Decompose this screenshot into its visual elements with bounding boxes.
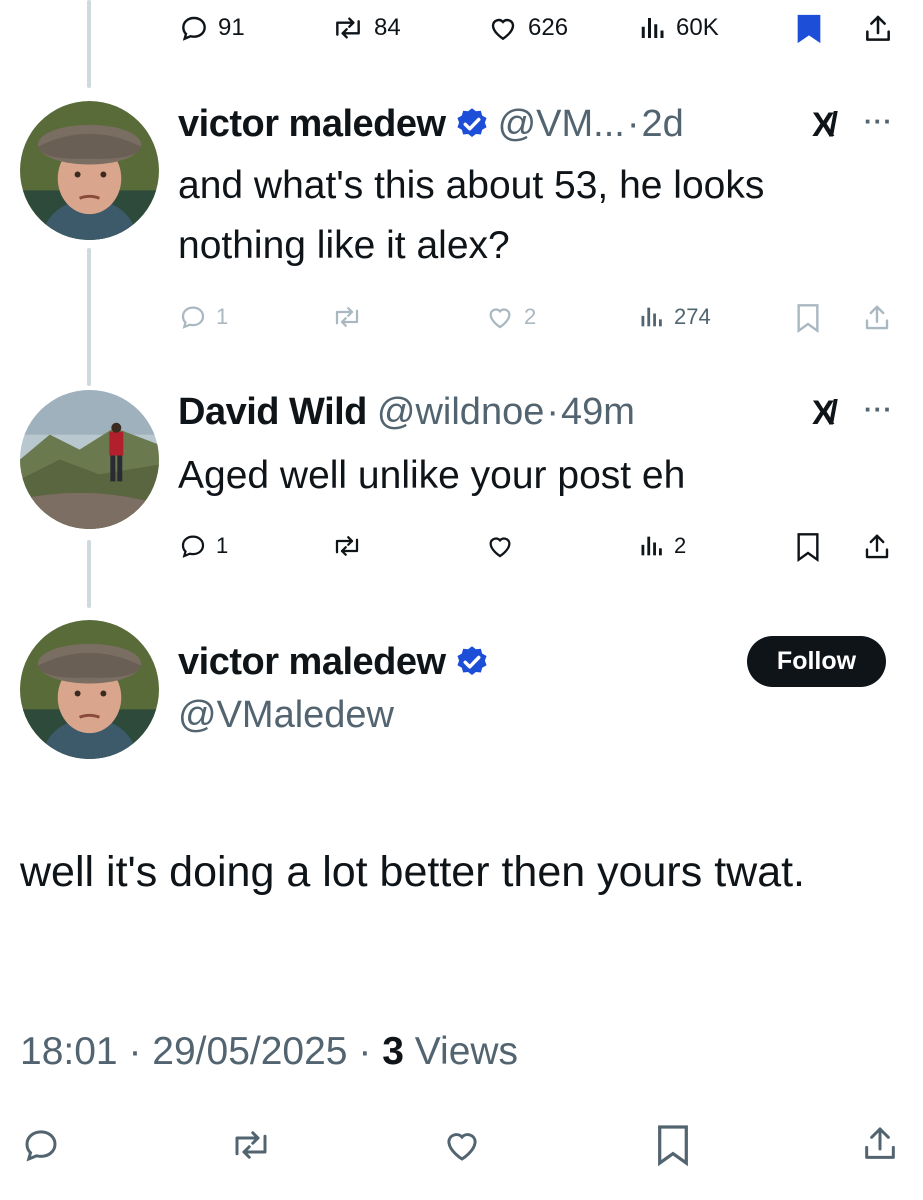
reply1-repost-button[interactable] bbox=[330, 302, 364, 332]
views-count: 60K bbox=[676, 14, 719, 41]
share-icon bbox=[862, 531, 892, 563]
reply1-separator: · bbox=[626, 102, 640, 145]
main-bookmark-button[interactable] bbox=[654, 1122, 692, 1168]
repost-icon bbox=[330, 302, 364, 332]
grok-icon[interactable]: X/ bbox=[812, 106, 838, 145]
share-button[interactable] bbox=[862, 12, 894, 46]
verified-badge-icon bbox=[454, 644, 490, 680]
reply1-share-button[interactable] bbox=[862, 302, 892, 334]
reply-icon bbox=[178, 302, 208, 332]
views-icon bbox=[638, 12, 668, 44]
reply2-bookmark-button[interactable] bbox=[794, 531, 822, 563]
views-button[interactable]: 60K bbox=[638, 12, 719, 44]
reply-icon bbox=[20, 1124, 62, 1166]
meta-dot: · bbox=[128, 1030, 142, 1073]
reply1-author-name[interactable]: victor maledew bbox=[178, 103, 446, 146]
bookmark-icon bbox=[794, 531, 822, 563]
reply2-views-count: 2 bbox=[674, 533, 687, 558]
main-date[interactable]: 29/05/2025 bbox=[152, 1030, 347, 1073]
avatar-victor[interactable] bbox=[20, 101, 159, 240]
reply1-timestamp[interactable]: 2d bbox=[641, 103, 683, 146]
repost-count: 84 bbox=[374, 14, 401, 41]
repost-button[interactable]: 84 bbox=[330, 12, 401, 44]
more-icon[interactable]: ··· bbox=[864, 106, 893, 137]
grok-icon[interactable]: X/ bbox=[812, 394, 838, 433]
bookmark-icon bbox=[794, 302, 822, 334]
main-views-count: 3 bbox=[382, 1030, 404, 1073]
reply2-author-name[interactable]: David Wild bbox=[178, 391, 367, 434]
share-icon bbox=[862, 12, 894, 46]
reply2-handle[interactable]: @wildnoe bbox=[377, 391, 544, 434]
main-views-label: Views bbox=[414, 1030, 519, 1073]
reply1-like-button[interactable]: 2 bbox=[484, 302, 536, 332]
reply2-separator: · bbox=[546, 390, 559, 433]
thread-line-top bbox=[87, 0, 91, 88]
main-meta: 18:01 · 29/05/2025 · 3 Views bbox=[20, 1030, 518, 1074]
share-icon bbox=[860, 1122, 900, 1166]
avatar-image bbox=[20, 620, 159, 759]
heart-icon bbox=[440, 1124, 484, 1166]
heart-icon bbox=[484, 302, 516, 332]
reply1-header: victor maledew @VM... · 2d bbox=[178, 98, 684, 150]
meta-dot: · bbox=[358, 1030, 372, 1073]
reply2-share-button[interactable] bbox=[862, 531, 892, 563]
reply2-reply-button[interactable]: 1 bbox=[178, 531, 228, 561]
reply2-header: David Wild @wildnoe · 49m bbox=[178, 386, 635, 438]
reply1-bookmark-button[interactable] bbox=[794, 302, 822, 334]
heart-icon bbox=[484, 531, 516, 561]
more-icon[interactable]: ··· bbox=[864, 394, 893, 425]
thread-line-1 bbox=[87, 248, 91, 386]
reply1-reply-count: 1 bbox=[216, 304, 229, 329]
repost-icon bbox=[330, 12, 366, 44]
main-handle[interactable]: @VMaledew bbox=[178, 694, 394, 737]
main-time[interactable]: 18:01 bbox=[20, 1030, 118, 1073]
reply2-like-button[interactable] bbox=[484, 531, 516, 561]
reply1-reply-button[interactable]: 1 bbox=[178, 302, 228, 332]
main-share-button[interactable] bbox=[860, 1122, 900, 1166]
reply2-views-button[interactable]: 2 bbox=[638, 531, 686, 561]
reply1-text: and what's this about 53, he looks nothi… bbox=[178, 164, 765, 267]
reply1-views-count: 274 bbox=[674, 304, 711, 329]
bookmark-icon bbox=[654, 1122, 692, 1168]
avatar-victor-main[interactable] bbox=[20, 620, 159, 759]
verified-badge-icon bbox=[454, 106, 490, 142]
reply-icon bbox=[178, 531, 208, 561]
reply2-reply-count: 1 bbox=[216, 533, 229, 558]
reply-count: 91 bbox=[218, 14, 245, 41]
main-like-button[interactable] bbox=[440, 1124, 484, 1166]
main-reply-button[interactable] bbox=[20, 1124, 62, 1166]
thread-line-2 bbox=[87, 540, 91, 608]
like-button[interactable]: 626 bbox=[486, 12, 568, 44]
main-repost-button[interactable] bbox=[228, 1124, 274, 1166]
reply2-repost-button[interactable] bbox=[330, 531, 364, 561]
heart-icon bbox=[486, 12, 520, 44]
main-tweet-text: well it's doing a lot better then yours … bbox=[20, 848, 806, 896]
avatar-image bbox=[20, 101, 159, 240]
repost-icon bbox=[228, 1124, 274, 1166]
bookmark-icon bbox=[794, 12, 824, 46]
bookmark-button[interactable] bbox=[794, 12, 824, 46]
follow-button[interactable]: Follow bbox=[747, 636, 886, 687]
avatar-david[interactable] bbox=[20, 390, 159, 529]
repost-icon bbox=[330, 531, 364, 561]
main-author-row: victor maledew bbox=[178, 636, 490, 688]
avatar-image bbox=[20, 390, 159, 529]
reply1-like-count: 2 bbox=[524, 304, 537, 329]
reply2-timestamp[interactable]: 49m bbox=[561, 391, 635, 434]
reply1-views-button[interactable]: 274 bbox=[638, 302, 711, 332]
reply1-handle[interactable]: @VM... bbox=[498, 103, 625, 146]
share-icon bbox=[862, 302, 892, 334]
views-icon bbox=[638, 302, 666, 332]
main-author-name[interactable]: victor maledew bbox=[178, 641, 446, 684]
reply-button[interactable]: 91 bbox=[178, 12, 245, 44]
reply-icon bbox=[178, 12, 210, 44]
like-count: 626 bbox=[528, 14, 569, 41]
reply2-text: Aged well unlike your post eh bbox=[178, 454, 686, 497]
views-icon bbox=[638, 531, 666, 561]
